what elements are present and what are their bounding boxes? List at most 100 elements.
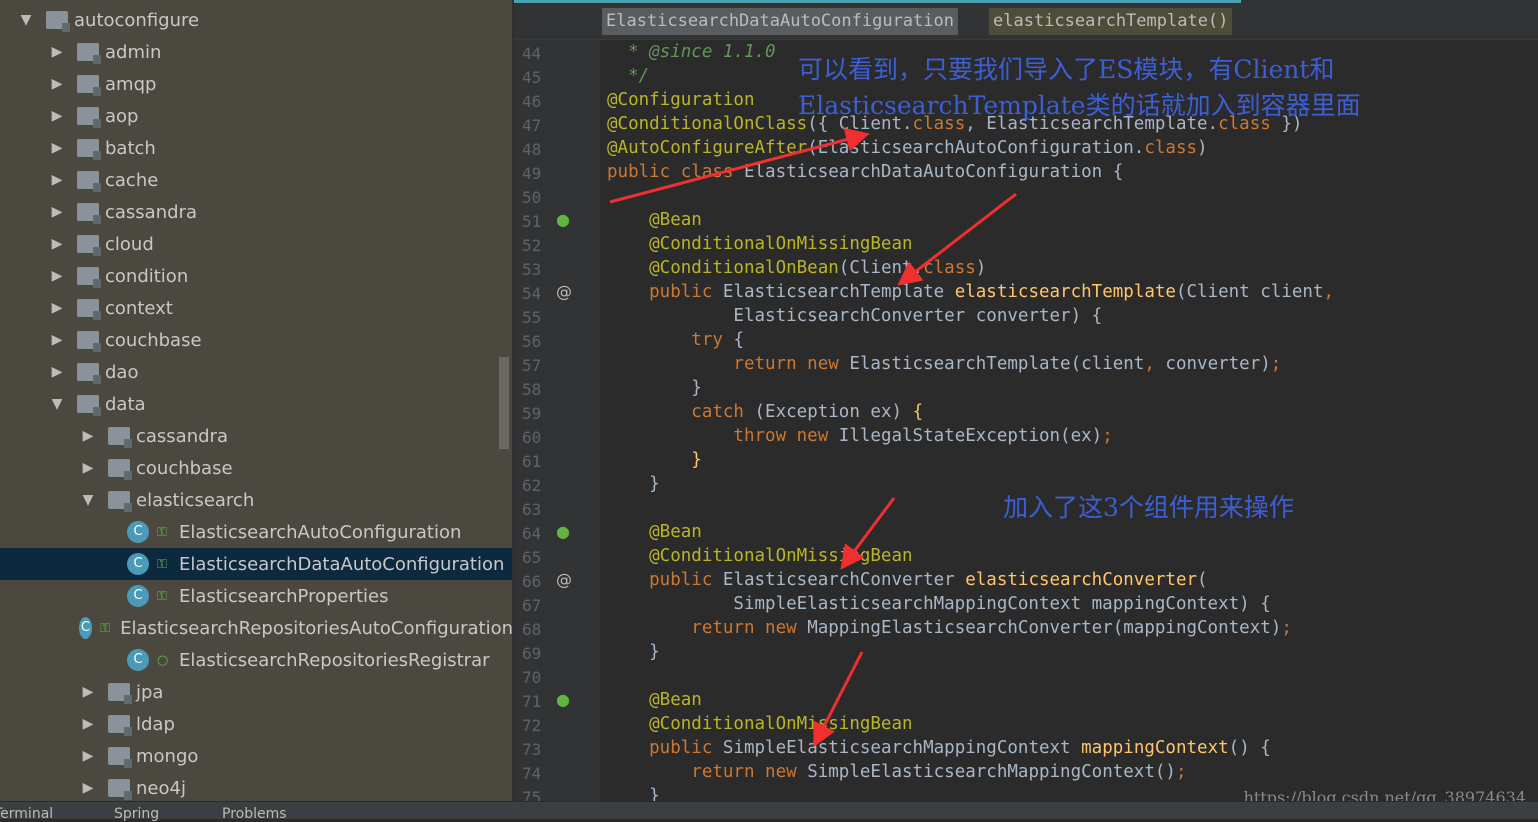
bean-icon[interactable]: ● xyxy=(556,690,570,709)
bean-icon[interactable]: ● xyxy=(556,522,570,541)
tree-scrollbar[interactable] xyxy=(499,357,509,449)
tree-item[interactable]: ▶ mongo xyxy=(0,740,512,772)
code-line[interactable]: @ConditionalOnMissingBean xyxy=(607,714,912,734)
terminal-tab[interactable]: Terminal xyxy=(0,806,53,822)
code-editor[interactable]: ElasticsearchDataAutoConfiguration elast… xyxy=(514,0,1538,807)
tree-item[interactable]: ▶ batch xyxy=(0,132,512,164)
code-line[interactable]: public ElasticsearchConverter elasticsea… xyxy=(607,570,1207,590)
expand-right-icon[interactable]: ▶ xyxy=(78,428,98,444)
code-line[interactable]: SimpleElasticsearchMappingContext mappin… xyxy=(607,594,1270,614)
line-number: 45 xyxy=(522,68,542,87)
tree-item[interactable]: ▶ cache xyxy=(0,164,512,196)
expand-down-icon[interactable]: ▼ xyxy=(78,492,98,508)
code-token: } xyxy=(607,642,660,662)
line-number: 68 xyxy=(522,620,542,639)
problems-tab[interactable]: Problems xyxy=(222,806,287,822)
expand-right-icon[interactable]: ▶ xyxy=(78,748,98,764)
tree-item[interactable]: ▼ elasticsearch xyxy=(0,484,512,516)
expand-right-icon[interactable]: ▶ xyxy=(47,204,67,220)
autowire-icon[interactable]: @ xyxy=(556,282,572,301)
expand-right-icon[interactable]: ▶ xyxy=(78,460,98,476)
code-line[interactable]: */ xyxy=(607,66,649,86)
code-line[interactable]: @Bean xyxy=(607,522,702,542)
tree-item[interactable]: ▶ neo4j xyxy=(0,772,512,801)
code-line[interactable]: } xyxy=(607,378,702,398)
expand-right-icon[interactable]: ▶ xyxy=(78,780,98,796)
tree-item[interactable]: ▶ admin xyxy=(0,36,512,68)
code-line[interactable]: try { xyxy=(607,330,744,350)
tree-item[interactable]: ▼ autoconfigure xyxy=(0,4,512,36)
expand-right-icon[interactable]: ▶ xyxy=(47,332,67,348)
code-line[interactable]: } xyxy=(607,474,660,494)
code-token: ElasticsearchTemplate xyxy=(722,282,955,302)
class-icon: C xyxy=(78,617,93,639)
code-line[interactable]: return new SimpleElasticsearchMappingCon… xyxy=(607,762,1186,782)
tree-item[interactable]: C ⚿ ElasticsearchProperties xyxy=(0,580,512,612)
expand-right-icon[interactable]: ▶ xyxy=(47,268,67,284)
code-line[interactable]: return new ElasticsearchTemplate(client,… xyxy=(607,354,1281,374)
expand-right-icon[interactable]: ▶ xyxy=(47,44,67,60)
code-line[interactable]: catch (Exception ex) { xyxy=(607,402,923,422)
code-token: @Configuration xyxy=(607,90,755,110)
tree-item[interactable]: C ⚿ ElasticsearchAutoConfiguration xyxy=(0,516,512,548)
tree-item[interactable]: C ⚿ ElasticsearchRepositoriesAutoConfigura… xyxy=(0,612,512,644)
expand-right-icon[interactable]: ▶ xyxy=(47,140,67,156)
folder-icon xyxy=(77,299,101,320)
code-line[interactable]: @Configuration xyxy=(607,90,755,110)
expand-right-icon[interactable]: ▶ xyxy=(47,300,67,316)
expand-right-icon[interactable]: ▶ xyxy=(47,172,67,188)
tree-item[interactable]: ▼ data xyxy=(0,388,512,420)
tree-item[interactable]: ▶ condition xyxy=(0,260,512,292)
tree-item[interactable]: ▶ cassandra xyxy=(0,196,512,228)
code-line[interactable]: @Bean xyxy=(607,690,702,710)
code-line[interactable]: @ConditionalOnMissingBean xyxy=(607,234,912,254)
expand-down-icon[interactable]: ▼ xyxy=(47,396,67,412)
code-token: IllegalStateException(ex) xyxy=(838,426,1103,446)
code-line[interactable]: } xyxy=(607,642,660,662)
code-token: class xyxy=(1144,138,1198,158)
breadcrumb-bar: ElasticsearchDataAutoConfiguration elast… xyxy=(514,0,1538,40)
breadcrumb-class[interactable]: ElasticsearchDataAutoConfiguration xyxy=(602,8,958,35)
expand-right-icon[interactable]: ▶ xyxy=(47,364,67,380)
line-number: 66 xyxy=(522,572,542,591)
code-line[interactable]: throw new IllegalStateException(ex); xyxy=(607,426,1112,446)
tree-item[interactable]: C ○ ElasticsearchRepositoriesRegistrar xyxy=(0,644,512,676)
tree-item[interactable]: ▶ context xyxy=(0,292,512,324)
breadcrumb-method[interactable]: elasticsearchTemplate() xyxy=(989,8,1233,35)
autowire-icon[interactable]: @ xyxy=(556,570,572,589)
code-line[interactable]: public SimpleElasticsearchMappingContext… xyxy=(607,738,1271,758)
tree-item[interactable]: ▶ cloud xyxy=(0,228,512,260)
code-token: , xyxy=(1323,282,1335,302)
code-line[interactable]: @ConditionalOnBean(Client.class) xyxy=(607,258,986,278)
code-token: return new xyxy=(607,618,808,638)
code-line[interactable]: * @since 1.1.0 xyxy=(607,42,776,62)
tree-item[interactable]: ▶ ldap xyxy=(0,708,512,740)
tree-item[interactable]: ▶ aop xyxy=(0,100,512,132)
expand-down-icon[interactable]: ▼ xyxy=(16,12,36,28)
code-line[interactable]: ElasticsearchConverter converter) { xyxy=(607,306,1102,326)
code-line[interactable]: @AutoConfigureAfter(ElasticsearchAutoCon… xyxy=(607,138,1208,158)
tree-item[interactable]: ▶ dao xyxy=(0,356,512,388)
code-line[interactable]: @ConditionalOnMissingBean xyxy=(607,546,912,566)
code-line[interactable]: } xyxy=(607,450,702,470)
spring-tab[interactable]: Spring xyxy=(114,806,159,822)
tree-item[interactable]: ▶ couchbase xyxy=(0,452,512,484)
expand-right-icon[interactable]: ▶ xyxy=(47,76,67,92)
expand-right-icon[interactable]: ▶ xyxy=(47,236,67,252)
tree-item[interactable]: ▶ couchbase xyxy=(0,324,512,356)
expand-right-icon[interactable]: ▶ xyxy=(78,716,98,732)
folder-icon xyxy=(77,107,101,128)
tree-item[interactable]: ▶ amqp xyxy=(0,68,512,100)
folder-icon xyxy=(77,75,101,96)
code-line[interactable]: public ElasticsearchTemplate elasticsear… xyxy=(607,282,1334,302)
code-token: } xyxy=(607,378,702,398)
bean-icon[interactable]: ● xyxy=(556,210,570,229)
code-line[interactable]: @Bean xyxy=(607,210,702,230)
tree-item[interactable]: C ⚿ ElasticsearchDataAutoConfiguration xyxy=(0,548,512,580)
tree-item[interactable]: ▶ cassandra xyxy=(0,420,512,452)
expand-right-icon[interactable]: ▶ xyxy=(47,108,67,124)
tree-item[interactable]: ▶ jpa xyxy=(0,676,512,708)
code-line[interactable]: return new MappingElasticsearchConverter… xyxy=(607,618,1292,638)
code-line[interactable]: public class ElasticsearchDataAutoConfig… xyxy=(607,162,1123,182)
expand-right-icon[interactable]: ▶ xyxy=(78,684,98,700)
